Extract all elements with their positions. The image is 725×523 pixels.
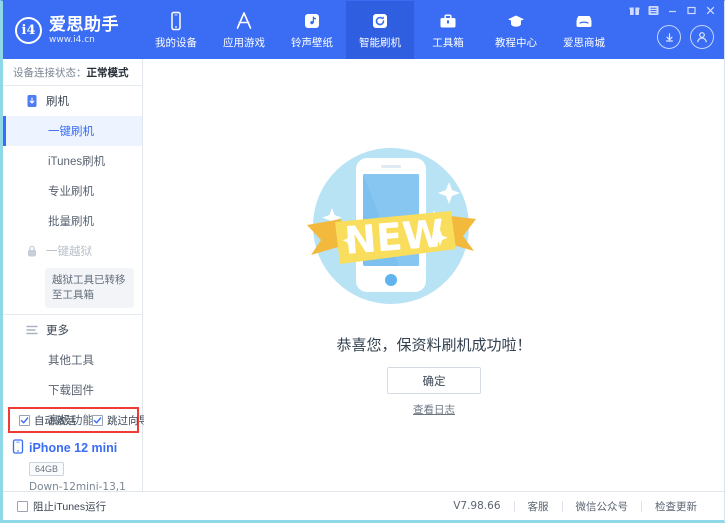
sidebar-item-label: iTunes刷机 xyxy=(48,153,105,169)
sidebar: 设备连接状态：正常模式 刷机 一键刷机 iTunes刷机 专业刷机 批量刷机 一… xyxy=(3,59,143,491)
nav-label: 应用游戏 xyxy=(223,35,265,50)
brand-url: www.i4.cn xyxy=(49,36,119,45)
nav-item-i4-store[interactable]: 爱思商城 xyxy=(550,1,618,59)
device-capacity-badge: 64GB xyxy=(29,462,64,476)
footer-link-support[interactable]: 客服 xyxy=(515,499,562,514)
nav-item-ringtone-wallpaper[interactable]: 铃声壁纸 xyxy=(278,1,346,59)
list-lines-icon xyxy=(25,323,39,337)
block-itunes-checkbox[interactable]: 阻止iTunes运行 xyxy=(3,499,106,514)
checkbox-box[interactable] xyxy=(17,501,28,512)
sidebar-group-flash: 刷机 xyxy=(3,86,142,116)
checkbox-box[interactable] xyxy=(92,415,103,426)
refresh-flash-icon xyxy=(369,10,391,32)
sidebar-item-pro-flash[interactable]: 专业刷机 xyxy=(3,176,142,206)
sidebar-group-more: 更多 xyxy=(3,315,142,345)
nav-item-my-device[interactable]: 我的设备 xyxy=(142,1,210,59)
lock-icon xyxy=(25,244,39,258)
brand-logo: i4 爱思助手 www.i4.cn xyxy=(3,1,136,59)
view-log-link[interactable]: 查看日志 xyxy=(144,402,724,417)
nav-label: 智能刷机 xyxy=(359,35,401,50)
store-icon xyxy=(573,10,595,32)
main-content: NEW 恭喜您，保资料刷机成功啦！ 确定 查看日志 xyxy=(144,59,724,491)
sidebar-item-label: 其他工具 xyxy=(48,352,94,368)
sidebar-group-jailbreak: 一键越狱 xyxy=(3,236,142,266)
sidebar-item-label: 下载固件 xyxy=(48,382,94,398)
nav-label: 教程中心 xyxy=(495,35,537,50)
app-version: V7.98.66 xyxy=(440,500,513,512)
nav-label: 爱思商城 xyxy=(563,35,605,50)
nav-item-toolbox[interactable]: 工具箱 xyxy=(414,1,482,59)
nav-label: 工具箱 xyxy=(432,35,464,50)
close-icon[interactable] xyxy=(704,4,716,16)
checkbox-label: 跳过向导 xyxy=(107,413,149,428)
footer-link-check-update[interactable]: 检查更新 xyxy=(642,499,710,514)
footer-links: V7.98.66 客服 微信公众号 检查更新 xyxy=(440,499,724,514)
graduation-cap-icon xyxy=(505,10,527,32)
phone-small-icon xyxy=(12,439,24,457)
status-label: 设备连接状态： xyxy=(13,65,87,80)
sidebar-item-one-key-flash[interactable]: 一键刷机 xyxy=(3,116,142,146)
auto-activate-checkbox[interactable]: 自动激活 xyxy=(19,413,76,428)
sidebar-group-label: 一键越狱 xyxy=(46,243,92,259)
app-window: i4 爱思助手 www.i4.cn 我的设备 应用游戏 xyxy=(0,0,725,523)
brand-name: 爱思助手 xyxy=(49,16,119,33)
sidebar-group-label: 刷机 xyxy=(46,93,69,109)
nav-item-smart-flash[interactable]: 智能刷机 xyxy=(346,1,414,59)
i4-logo-icon: i4 xyxy=(15,17,42,44)
ringtone-wallpaper-icon xyxy=(301,10,323,32)
gift-icon[interactable] xyxy=(628,4,640,16)
phone-icon xyxy=(165,10,187,32)
sidebar-item-itunes-flash[interactable]: iTunes刷机 xyxy=(3,146,142,176)
sidebar-group-label: 更多 xyxy=(46,322,69,338)
apps-games-icon xyxy=(233,10,255,32)
app-header: i4 爱思助手 www.i4.cn 我的设备 应用游戏 xyxy=(3,1,724,59)
status-bar: 阻止iTunes运行 V7.98.66 客服 微信公众号 检查更新 xyxy=(3,491,724,520)
svg-text:NEW: NEW xyxy=(343,211,446,263)
main-navigation: 我的设备 应用游戏 铃声壁纸 智能刷机 xyxy=(136,1,618,59)
flash-options-group: 自动激活 跳过向导 xyxy=(8,407,139,433)
user-avatar-icon[interactable] xyxy=(690,25,714,49)
status-value: 正常模式 xyxy=(87,65,129,80)
device-connection-status: 设备连接状态：正常模式 xyxy=(3,59,142,86)
checkbox-box[interactable] xyxy=(19,415,30,426)
footer-link-wechat[interactable]: 微信公众号 xyxy=(563,499,642,514)
confirm-button[interactable]: 确定 xyxy=(387,367,481,394)
connected-device-info[interactable]: iPhone 12 mini 64GB Down-12mini-13,1 xyxy=(3,439,142,493)
jailbreak-tooltip: 越狱工具已转移至工具箱 xyxy=(45,268,134,308)
sidebar-item-label: 专业刷机 xyxy=(48,183,94,199)
header-user-actions xyxy=(657,25,714,49)
sidebar-item-batch-flash[interactable]: 批量刷机 xyxy=(3,206,142,236)
success-message: 恭喜您，保资料刷机成功啦！ xyxy=(144,334,724,355)
menu-icon[interactable] xyxy=(647,4,659,16)
window-controls xyxy=(628,4,716,16)
nav-label: 我的设备 xyxy=(155,35,197,50)
sidebar-item-download-firmware[interactable]: 下载固件 xyxy=(3,375,142,405)
toolbox-icon xyxy=(437,10,459,32)
sidebar-item-other-tools[interactable]: 其他工具 xyxy=(3,345,142,375)
sidebar-item-label: 批量刷机 xyxy=(48,213,94,229)
device-name: iPhone 12 mini xyxy=(29,441,117,455)
checkbox-label: 自动激活 xyxy=(34,413,76,428)
nav-label: 铃声壁纸 xyxy=(291,35,333,50)
new-badge-phone-illustration: NEW xyxy=(299,134,484,324)
nav-item-tutorial-center[interactable]: 教程中心 xyxy=(482,1,550,59)
nav-item-apps-games[interactable]: 应用游戏 xyxy=(210,1,278,59)
flash-device-icon xyxy=(25,94,39,108)
minimize-icon[interactable] xyxy=(666,4,678,16)
sidebar-item-label: 一键刷机 xyxy=(48,123,94,139)
checkbox-label: 阻止iTunes运行 xyxy=(33,499,106,514)
maximize-icon[interactable] xyxy=(685,4,697,16)
download-icon[interactable] xyxy=(657,25,681,49)
skip-wizard-checkbox[interactable]: 跳过向导 xyxy=(92,413,149,428)
